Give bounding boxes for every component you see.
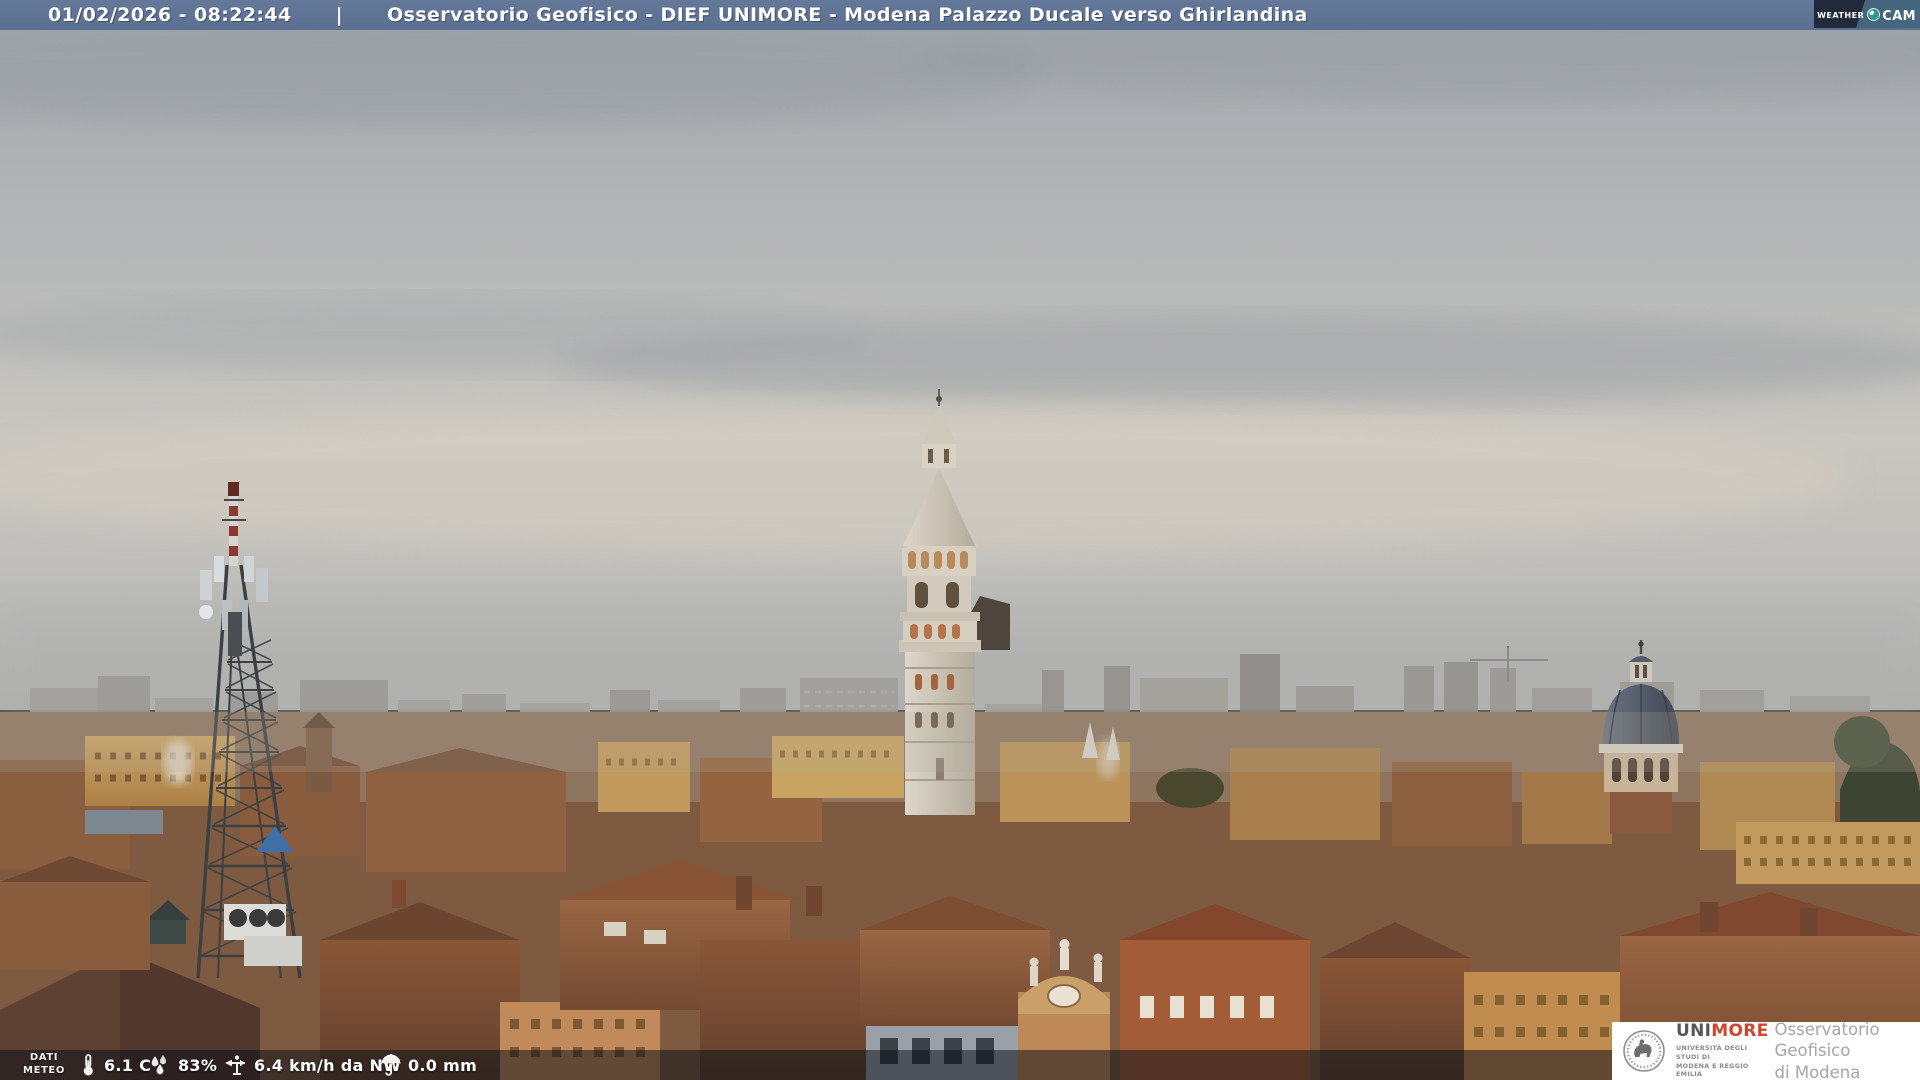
webcam-frame: 01/02/2026 - 08:22:44 | Osservatorio Geo… [0, 0, 1920, 1080]
observatory-name: Osservatorio Geofisico di Modena [1775, 1019, 1920, 1080]
unimore-subline2: MODENA E REGGIO EMILIA [1676, 1061, 1749, 1079]
rain-reading: 0.0 mm [380, 1050, 477, 1080]
unimore-uni: UNI [1676, 1021, 1712, 1042]
weathercam-logo[interactable]: Weather Cam [1814, 0, 1920, 28]
observatory-line2: di Modena [1774, 1062, 1861, 1080]
temperature-reading: 6.1 C [78, 1050, 151, 1080]
dati-line1: DATI [29, 1052, 59, 1063]
osd-separator: | [335, 4, 344, 26]
weathervane-icon [225, 1055, 245, 1075]
osd-datetime: 01/02/2026 - 08:22:44 [48, 4, 292, 26]
weathercam-cam: Cam [1882, 3, 1916, 25]
osd-top-bar: 01/02/2026 - 08:22:44 | Osservatorio Geo… [0, 0, 1920, 30]
unimore-logo-panel[interactable]: UNIMORE UNIVERSITÀ DEGLI STUDI DI MODENA… [1612, 1019, 1920, 1080]
temperature-value: 6.1 C [104, 1055, 152, 1075]
unimore-seal [1623, 1030, 1665, 1072]
humidity-value: 83% [178, 1055, 218, 1075]
globe-icon [1867, 7, 1881, 21]
thermometer-icon [83, 1054, 93, 1076]
observatory-line1: Osservatorio Geofisico [1774, 1019, 1880, 1061]
city-panorama [0, 0, 1920, 1080]
unimore-wordmark: UNIMORE UNIVERSITÀ DEGLI STUDI DI MODENA… [1676, 1023, 1769, 1079]
unimore-subline1: UNIVERSITÀ DEGLI STUDI DI [1676, 1044, 1748, 1061]
weathercam-word: Weather [1817, 7, 1865, 21]
humidity-drops-icon [151, 1055, 166, 1075]
wind-reading: 6.4 km/h da NW [224, 1050, 401, 1080]
osd-title: Osservatorio Geofisico - DIEF UNIMORE - … [387, 4, 1308, 26]
dati-meteo-label: DATI METEO [16, 1052, 72, 1077]
dati-line2: METEO [23, 1064, 65, 1076]
rain-value: 0.0 mm [408, 1055, 478, 1075]
humidity-reading: 83% [148, 1050, 217, 1080]
umbrella-icon [381, 1054, 401, 1076]
unimore-more: MORE [1711, 1021, 1769, 1042]
